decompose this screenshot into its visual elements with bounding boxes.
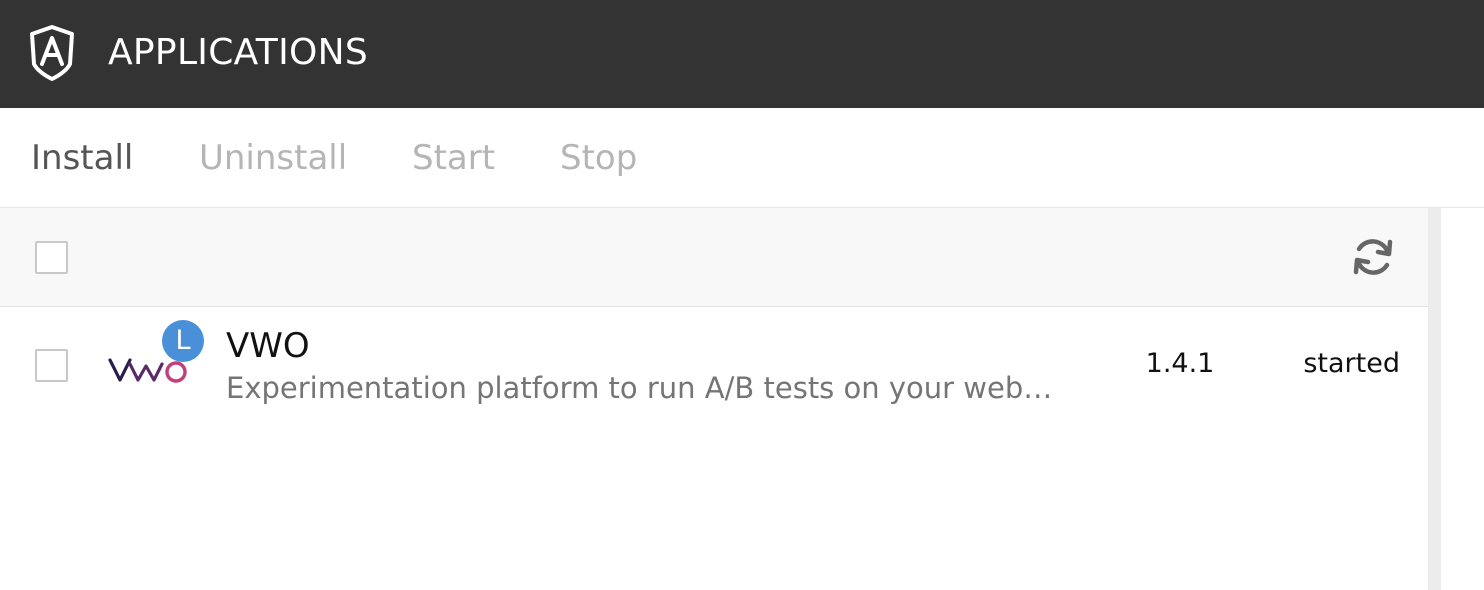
uninstall-button[interactable]: Uninstall xyxy=(199,136,347,180)
list-header xyxy=(0,208,1428,307)
app-status: started xyxy=(1303,348,1400,379)
page-title: APPLICATIONS xyxy=(108,32,369,73)
angular-shield-icon[interactable] xyxy=(28,24,76,82)
app-name: VWO xyxy=(226,326,310,366)
install-button[interactable]: Install xyxy=(31,136,133,180)
list-item[interactable]: L VWO Experimentation platform to run A/… xyxy=(0,308,1428,420)
select-all-checkbox[interactable] xyxy=(35,241,68,274)
refresh-icon[interactable] xyxy=(1350,234,1396,280)
app-version: 1.4.1 xyxy=(1145,348,1215,379)
install-source-badge: L xyxy=(162,320,204,362)
action-toolbar: Install Uninstall Start Stop xyxy=(0,108,1484,208)
start-button[interactable]: Start xyxy=(412,136,495,180)
applications-list: L VWO Experimentation platform to run A/… xyxy=(0,208,1428,590)
app-header: APPLICATIONS xyxy=(0,0,1484,108)
stop-button[interactable]: Stop xyxy=(560,136,637,180)
vertical-scrollbar[interactable] xyxy=(1428,208,1484,590)
app-description: Experimentation platform to run A/B test… xyxy=(226,371,1066,405)
row-checkbox[interactable] xyxy=(35,349,68,382)
